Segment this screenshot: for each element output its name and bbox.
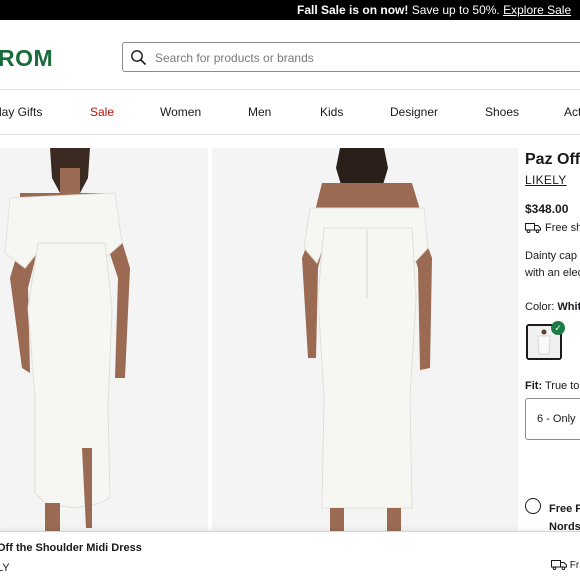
explore-sale-link[interactable]: Explore Sale — [503, 3, 571, 17]
product-photo-back[interactable] — [212, 148, 518, 531]
store-logo[interactable]: ROM — [0, 45, 53, 72]
nav-holiday-gifts[interactable]: day Gifts — [0, 105, 42, 119]
description-line-2: with an elec — [525, 267, 580, 279]
nav-kids[interactable]: Kids — [320, 105, 343, 119]
search-input[interactable] — [153, 47, 577, 69]
search-icon — [131, 50, 147, 66]
product-description: Dainty cap with an elec — [525, 248, 580, 282]
model-front-image — [0, 148, 208, 531]
promo-headline: Fall Sale is on now! — [297, 3, 409, 17]
product-photo-front[interactable] — [0, 148, 208, 531]
product-price: $348.00 — [525, 202, 569, 216]
pickup-line-1: Free P — [549, 503, 580, 515]
nav-men[interactable]: Men — [248, 105, 271, 119]
header-divider — [0, 89, 580, 90]
description-line-1: Dainty cap — [525, 250, 577, 262]
fit-label: Fit: — [525, 380, 543, 392]
size-value: 6 - Only — [537, 413, 576, 425]
product-gallery — [0, 148, 518, 531]
color-value: Whit — [557, 301, 580, 313]
nav-active[interactable]: Act — [564, 105, 580, 119]
promo-banner: Fall Sale is on now! Save up to 50%. Exp… — [0, 0, 580, 20]
size-select[interactable]: 6 - Only — [525, 398, 580, 440]
promo-text: Save up to 50%. — [408, 3, 504, 17]
nav-women[interactable]: Women — [160, 105, 201, 119]
pickup-radio[interactable] — [525, 498, 541, 514]
sticky-shipping-text: Fr — [569, 560, 580, 571]
search-bar[interactable] — [122, 42, 580, 72]
model-back-image — [212, 148, 518, 531]
nav-sale[interactable]: Sale — [90, 105, 114, 119]
selected-check-icon: ✓ — [551, 321, 565, 335]
shipping-text: Free sh — [545, 222, 580, 234]
nav-divider — [0, 134, 580, 135]
color-selector-label: Color: Whit — [525, 301, 580, 313]
truck-icon — [551, 560, 567, 571]
main-nav: day Gifts Sale Women Men Kids Designer S… — [0, 105, 580, 121]
sticky-product-name: Off the Shoulder Midi Dress — [0, 542, 142, 554]
brand-link[interactable]: LIKELY — [525, 173, 567, 187]
color-label: Color: — [525, 301, 555, 313]
sticky-product-bar: Off the Shoulder Midi Dress LY Fr — [0, 531, 580, 581]
fit-value: True to — [544, 380, 580, 392]
truck-icon — [525, 223, 541, 234]
sticky-shipping: Fr — [551, 560, 579, 571]
fit-info: Fit: True to — [525, 380, 579, 392]
sticky-brand: LY — [0, 562, 10, 574]
shipping-info: Free sh — [525, 222, 580, 234]
nav-shoes[interactable]: Shoes — [485, 105, 519, 119]
nav-designer[interactable]: Designer — [390, 105, 438, 119]
product-title: Paz Off — [525, 151, 580, 168]
